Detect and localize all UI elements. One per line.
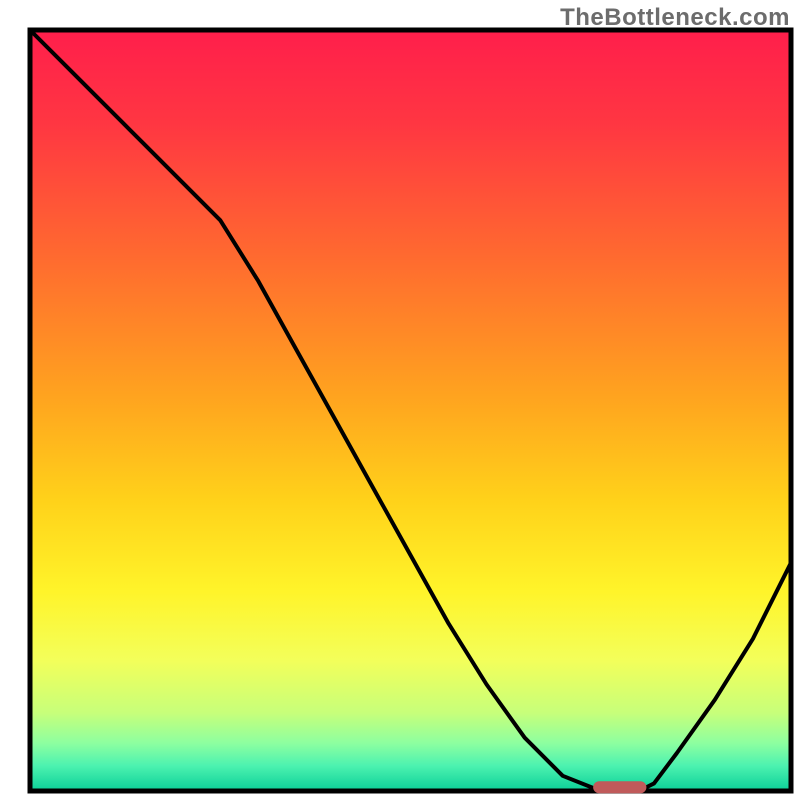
chart-svg xyxy=(0,0,800,800)
optimal-marker xyxy=(593,781,646,793)
chart-canvas: TheBottleneck.com xyxy=(0,0,800,800)
watermark-text: TheBottleneck.com xyxy=(560,4,790,32)
